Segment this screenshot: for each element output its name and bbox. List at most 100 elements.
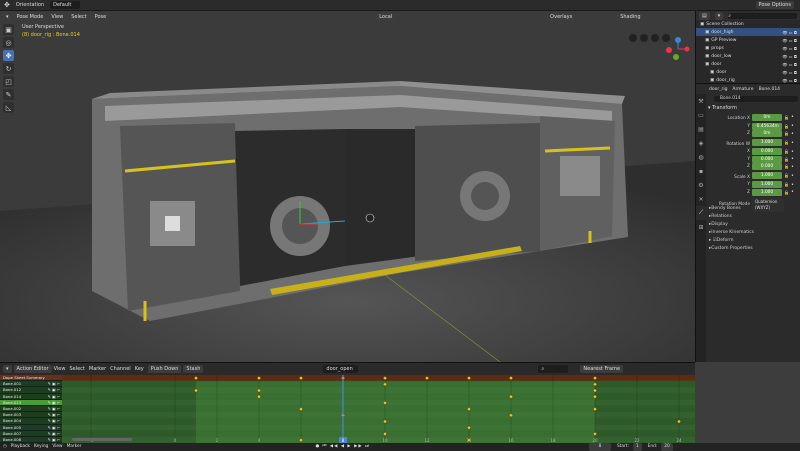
menu-key[interactable]: Key [135, 366, 144, 372]
menu-keying[interactable]: Keying [34, 444, 48, 449]
lock-icon[interactable]: 🔓 [784, 115, 789, 120]
channel-toggles-icon[interactable]: ✎ ▣ ⌐ [48, 418, 60, 423]
editor-type-button[interactable]: ▾ [3, 12, 12, 21]
transform-panel-header[interactable]: Transform [712, 105, 737, 111]
keyframe-dot-icon[interactable]: • [791, 182, 794, 188]
panel-bendy-bones[interactable]: ▸ Bendy Bones [696, 204, 800, 212]
rotation-w-field[interactable]: 1.000 [752, 139, 782, 146]
keyframe-dot-icon[interactable]: • [791, 173, 794, 179]
panel-display[interactable]: ▸ Display [696, 220, 800, 228]
channel-toggles-icon[interactable]: ✎ ▣ ⌐ [48, 394, 60, 399]
keyframe-dot-icon[interactable]: • [791, 140, 794, 146]
menu-marker[interactable]: Marker [67, 444, 82, 449]
outliner-item[interactable]: ▣ door 👁 ▭ ◘ [696, 60, 800, 68]
menu-marker[interactable]: Marker [89, 366, 106, 372]
channel-toggles-icon[interactable]: ✎ ▣ ⌐ [48, 431, 60, 436]
keyframe-dot-icon[interactable]: • [791, 189, 794, 195]
keyframe-area[interactable]: -40246810121416182022248 [62, 375, 695, 444]
overlays-dropdown[interactable]: Overlays [547, 12, 576, 21]
scale-y-field[interactable]: 1.000 [752, 181, 782, 188]
scale-z-field[interactable]: 1.000 [752, 188, 782, 196]
playback-controls[interactable]: ● ⏮ ◀◀ ◀ ▶ ▶▶ ⏭ [315, 444, 370, 449]
visibility-icon[interactable]: 👁 ▭ ◘ [782, 38, 797, 43]
horizontal-scrollbar[interactable] [72, 438, 132, 441]
channel-toggles-icon[interactable]: ✎ ▣ ⌐ [48, 400, 60, 405]
push-down-button[interactable]: Push Down [147, 364, 182, 373]
keyframe-dot-icon[interactable]: • [791, 114, 794, 120]
output-tab-icon[interactable]: ▤ [696, 122, 706, 136]
visibility-icon[interactable]: 👁 ▭ ◘ [782, 46, 797, 51]
dope-mode-dropdown[interactable]: Action Editor [13, 364, 52, 373]
transform-space-dropdown[interactable]: Local [376, 12, 396, 21]
outliner-item[interactable]: ▣ door_high 👁 ▭ ◘ [696, 28, 800, 36]
visibility-icon[interactable]: 👁 ▭ ◘ [782, 62, 797, 67]
outliner-item[interactable]: ▣ door 👁 ▭ ◘ [696, 68, 800, 76]
visibility-icon[interactable]: 👁 ▭ ◘ [782, 30, 797, 35]
lock-icon[interactable]: 🔓 [784, 140, 789, 145]
rotate-icon[interactable]: ↻ [3, 63, 14, 74]
move-icon[interactable]: ✥ [3, 50, 14, 61]
menu-channel[interactable]: Channel [110, 366, 131, 372]
keyframe-dot-icon[interactable]: • [791, 164, 794, 170]
visibility-icon[interactable]: 👁 ▭ ◘ [782, 54, 797, 59]
menu-select[interactable]: Select [68, 12, 90, 21]
panel-inverse-kinematics[interactable]: ▸ Inverse Kinematics [696, 228, 800, 236]
channel-toggles-icon[interactable]: ✎ ▣ ⌐ [48, 381, 60, 386]
search-input[interactable]: ⌕ [728, 12, 797, 19]
panel-custom-properties[interactable]: ▸ Custom Properties [696, 244, 800, 252]
scale-icon[interactable]: ◰ [3, 76, 14, 87]
cursor-icon[interactable]: ◎ [3, 37, 14, 48]
outliner-item[interactable]: ▣ props 👁 ▭ ◘ [696, 44, 800, 52]
channel-toggles-icon[interactable]: ✎ ▣ ⌐ [48, 425, 60, 430]
keyframe-dot-icon[interactable]: • [791, 156, 794, 162]
location-y-field[interactable]: -0.45634m [752, 122, 782, 130]
end-frame-field[interactable]: 20 [661, 442, 673, 451]
menu-pose[interactable]: Pose [91, 12, 110, 21]
3d-viewport[interactable] [0, 11, 695, 362]
outliner-item[interactable]: ▣ door_low 👁 ▭ ◘ [696, 52, 800, 60]
location-z-field[interactable]: 0m [752, 130, 782, 137]
menu-view[interactable]: View [48, 12, 67, 21]
start-frame-field[interactable]: 1 [632, 442, 642, 451]
rotation-z-field[interactable]: 0.000 [752, 163, 782, 170]
shading-dropdown[interactable]: Shading [617, 12, 644, 21]
channel-toggles-icon[interactable]: ✎ ▣ ⌐ [48, 412, 60, 417]
rotation-x-field[interactable]: 0.000 [752, 148, 782, 155]
render-tab-icon[interactable]: ▭ [696, 108, 706, 122]
channel-toggles-icon[interactable]: ✎ ▣ ⌐ [48, 406, 60, 411]
channel-toggles-icon[interactable]: ✎ ▣ ⌐ [48, 437, 60, 442]
stash-button[interactable]: Stash [183, 364, 204, 373]
outliner-item[interactable]: ▣ Scene Collection [696, 20, 800, 28]
lock-icon[interactable]: 🔓 [784, 182, 789, 187]
annotate-icon[interactable]: ✎ [3, 89, 14, 100]
lock-icon[interactable]: 🔓 [784, 131, 789, 136]
lock-icon[interactable]: 🔓 [784, 190, 789, 195]
measure-icon[interactable]: ◺ [3, 102, 14, 113]
menu-view[interactable]: View [52, 444, 62, 449]
lock-icon[interactable]: 🔓 [784, 157, 789, 162]
constraints-tab-icon[interactable]: ⚙ [696, 178, 706, 192]
filter-button[interactable]: ▾ [714, 11, 724, 20]
rotation-y-field[interactable]: 0.000 [752, 155, 782, 163]
keyframe-dot-icon[interactable]: • [791, 131, 794, 137]
lock-icon[interactable]: 🔓 [784, 149, 789, 154]
location-x-field[interactable]: 0m [752, 113, 782, 121]
keyframe-dot-icon[interactable]: • [791, 123, 794, 129]
lock-icon[interactable]: 🔓 [784, 164, 789, 169]
display-mode-button[interactable]: ▤ [699, 11, 710, 20]
menu-select[interactable]: Select [69, 366, 84, 372]
orientation-dropdown[interactable]: Default [50, 1, 81, 9]
visibility-icon[interactable]: 👁 ▭ ◘ [782, 78, 797, 83]
editor-type-button[interactable]: ▾ [3, 364, 12, 373]
scale-x-field[interactable]: 1.000 [752, 172, 782, 179]
snap-dropdown[interactable]: Nearest Frame [580, 364, 624, 373]
panel-relations[interactable]: ▸ Relations [696, 212, 800, 220]
keyframe-dot-icon[interactable]: • [791, 149, 794, 155]
object-tab-icon[interactable]: ▪ [696, 164, 706, 178]
world-tab-icon[interactable]: ◍ [696, 150, 706, 164]
current-frame-field[interactable]: 8 [588, 442, 611, 451]
channel-toggles-icon[interactable]: ✎ ▣ ⌐ [48, 387, 60, 392]
search-input[interactable]: ⌕ [538, 364, 569, 373]
outliner-item[interactable]: ▣ GP Preview 👁 ▭ ◘ [696, 36, 800, 44]
menu-view[interactable]: View [54, 366, 66, 372]
